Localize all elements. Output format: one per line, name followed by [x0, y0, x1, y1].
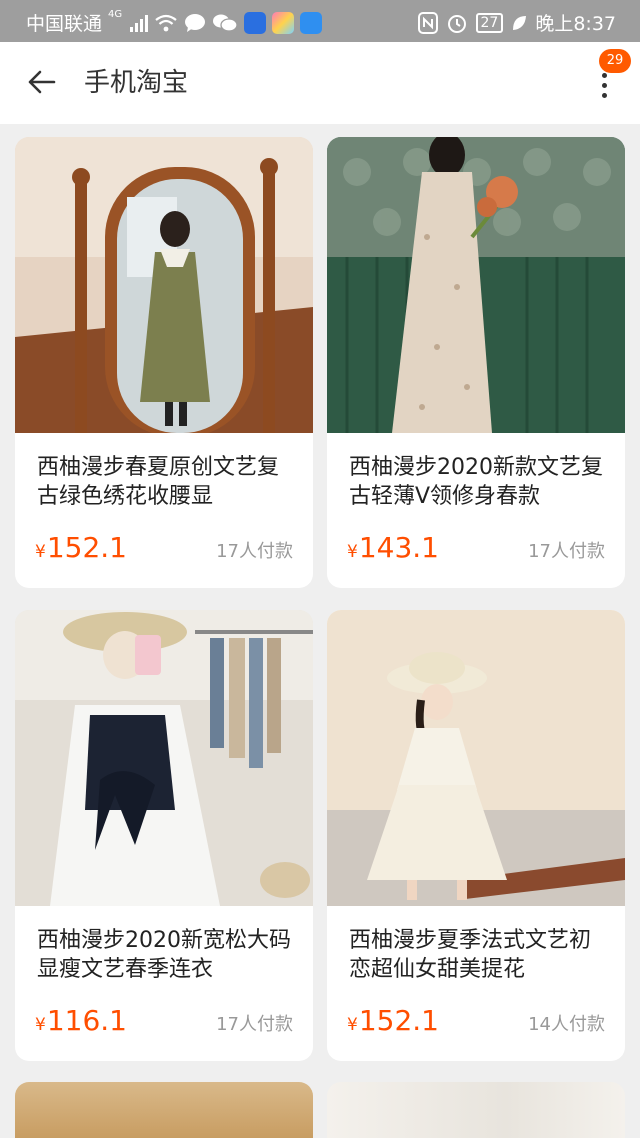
product-price: ¥152.1	[347, 1004, 439, 1037]
gallery-app-icon	[272, 11, 295, 34]
app-bar: 手机淘宝	[0, 42, 640, 124]
currency-symbol: ¥	[35, 542, 46, 562]
message-app-icon	[300, 11, 323, 34]
nfc-icon	[417, 11, 438, 34]
product-card-partial[interactable]	[327, 1082, 625, 1138]
back-arrow-icon	[28, 70, 56, 94]
product-image	[15, 610, 313, 906]
paid-count: 14人付款	[528, 1014, 605, 1035]
wifi-icon	[155, 14, 177, 31]
alarm-icon	[447, 14, 466, 33]
product-card[interactable]: 西柚漫步春夏原创文艺复古绿色绣花收腰显 ¥152.1 17人付款	[15, 137, 313, 588]
price-value: 152.1	[46, 531, 127, 564]
product-card[interactable]: 西柚漫步2020新宽松大码显瘦文艺春季连衣 ¥116.1 17人付款	[15, 610, 313, 1061]
back-button[interactable]	[24, 64, 60, 100]
product-price: ¥152.1	[35, 531, 127, 564]
price-value: 116.1	[46, 1004, 127, 1037]
wechat-icon	[213, 14, 238, 32]
product-image	[327, 610, 625, 906]
product-image	[15, 137, 313, 433]
currency-symbol: ¥	[347, 542, 358, 562]
price-value: 143.1	[358, 531, 439, 564]
product-card[interactable]: 西柚漫步2020新款文艺复古轻薄V领修身春款 ¥143.1 17人付款	[327, 137, 625, 588]
shield-app-icon	[244, 11, 267, 34]
battery-indicator: 27	[475, 12, 504, 33]
product-title: 西柚漫步2020新款文艺复古轻薄V领修身春款	[349, 455, 603, 509]
product-card[interactable]: 西柚漫步夏季法式文艺初恋超仙女甜美提花 ¥152.1 14人付款	[327, 610, 625, 1061]
more-vertical-icon	[601, 73, 607, 98]
clock: 晚上8:37	[535, 13, 616, 35]
status-bar: 中国联通 4G 27 晚上8:37	[0, 0, 640, 42]
paid-count: 17人付款	[216, 1014, 293, 1035]
message-icon	[185, 13, 206, 32]
network-label: 4G	[108, 9, 123, 20]
product-price: ¥143.1	[347, 531, 439, 564]
product-card-partial[interactable]	[15, 1082, 313, 1138]
product-image	[327, 1082, 625, 1138]
price-value: 152.1	[358, 1004, 439, 1037]
currency-symbol: ¥	[35, 1015, 46, 1035]
product-title: 西柚漫步夏季法式文艺初恋超仙女甜美提花	[349, 928, 592, 982]
carrier-label: 中国联通	[26, 13, 103, 35]
product-title: 西柚漫步春夏原创文艺复古绿色绣花收腰显	[37, 455, 280, 509]
signal-icon	[130, 14, 149, 32]
more-menu-button[interactable]	[592, 70, 616, 110]
currency-symbol: ¥	[347, 1015, 358, 1035]
product-image	[15, 1082, 313, 1138]
product-title: 西柚漫步2020新宽松大码显瘦文艺春季连衣	[37, 928, 291, 982]
paid-count: 17人付款	[216, 541, 293, 562]
notification-badge: 29	[599, 49, 631, 73]
leaf-icon	[513, 15, 527, 30]
product-price: ¥116.1	[35, 1004, 127, 1037]
product-image	[327, 137, 625, 433]
paid-count: 17人付款	[528, 541, 605, 562]
page-title: 手机淘宝	[84, 68, 189, 98]
